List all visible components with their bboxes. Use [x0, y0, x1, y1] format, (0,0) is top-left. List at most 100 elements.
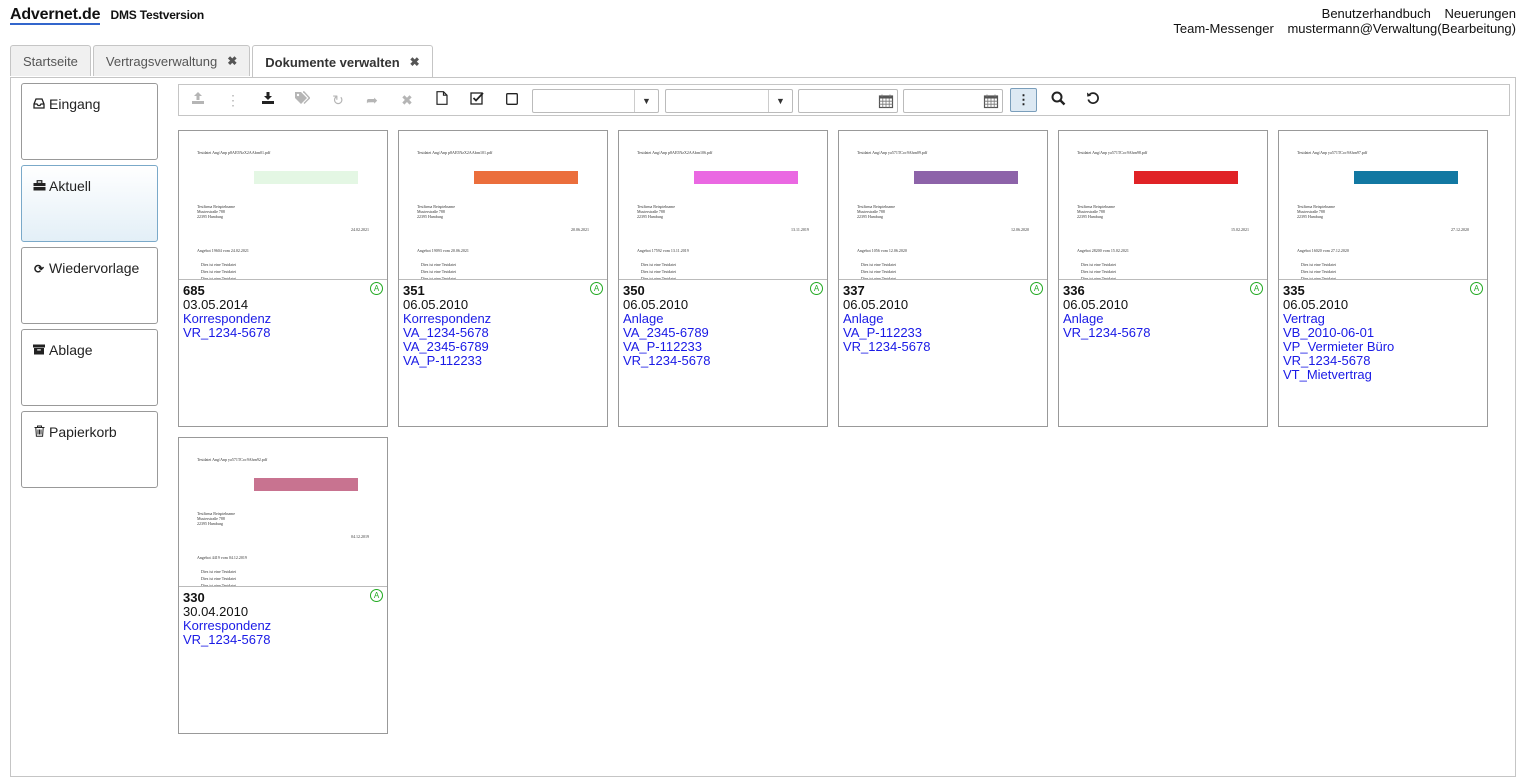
top-links: Benutzerhandbuch Neuerungen Team-Messeng…: [1163, 6, 1516, 36]
document-thumbnail[interactable]: Testdatei Ang/Anp p8AE5NzX2AAbrn01.pdf Te…: [179, 131, 387, 280]
document-tag-link[interactable]: VR_1234-5678: [1063, 326, 1263, 340]
sidebar-item-wiedervorlage[interactable]: ⟳ Wiedervorlage: [21, 247, 158, 324]
reset-icon[interactable]: [1084, 91, 1102, 109]
document-tag-link[interactable]: VT_Mietvertrag: [1283, 368, 1483, 382]
user-link[interactable]: mustermann@Verwaltung(Bearbeitung): [1287, 21, 1516, 36]
document-thumbnail[interactable]: Testdatei Ang/Anp ya571TCoc9Ahrn97.pdf Te…: [1279, 131, 1487, 280]
thumb-address-3: 22395 Hamburg: [197, 521, 224, 526]
document-tag-link[interactable]: VA_P-112233: [623, 340, 823, 354]
chevron-down-icon[interactable]: ▼: [768, 90, 792, 112]
document-card[interactable]: Testdatei Ang/Anp ya571TCoc9Ahrn92.pdf Te…: [178, 437, 388, 734]
document-tag-link[interactable]: VA_P-112233: [843, 326, 1043, 340]
messenger-link[interactable]: Team-Messenger: [1173, 21, 1273, 36]
document-tag-link[interactable]: Korrespondenz: [403, 312, 603, 326]
upload-icon[interactable]: [189, 91, 207, 109]
share-icon[interactable]: ➦: [363, 91, 381, 109]
more-options-button[interactable]: ⋮: [1010, 88, 1037, 112]
document-tag-link[interactable]: VR_1234-5678: [183, 326, 383, 340]
document-tag-link[interactable]: VR_1234-5678: [1283, 354, 1483, 368]
handbook-link[interactable]: Benutzerhandbuch: [1322, 6, 1431, 21]
document-tag-link[interactable]: VA_2345-6789: [623, 326, 823, 340]
document-thumbnail[interactable]: Testdatei Ang/Anp ya571TCoc9Ahrn92.pdf Te…: [179, 438, 387, 587]
document-card[interactable]: Testdatei Ang/Anp ya571TCoc9Ahrn97.pdf Te…: [1278, 130, 1488, 427]
thumb-angebot: Angebot 19604 vom 24.02.2021: [197, 248, 249, 253]
more-vertical-icon[interactable]: ⋮: [224, 91, 242, 109]
thumb-filename: Testdatei Ang/Anp p8AE5NzX2AAbrn01.pdf: [197, 150, 271, 155]
thumb-body-line: Dies ist eine Testdatei: [861, 262, 897, 267]
document-tag-link[interactable]: Anlage: [623, 312, 823, 326]
tab-label: Dokumente verwalten: [265, 54, 400, 70]
date-from-input[interactable]: [798, 89, 898, 113]
date-to-input[interactable]: [903, 89, 1003, 113]
document-tag-link[interactable]: VR_1234-5678: [623, 354, 823, 368]
document-tag-link[interactable]: Korrespondenz: [183, 312, 383, 326]
search-icon[interactable]: [1049, 91, 1067, 109]
document-thumbnail[interactable]: Testdatei Ang/Anp p8AE5NzX2AAbrn106.pdf T…: [619, 131, 827, 280]
sidebar-item-papierkorb[interactable]: Papierkorb: [21, 411, 158, 488]
thumb-body-line: Dies ist eine Testdatei: [201, 276, 237, 280]
redo-icon[interactable]: ↻: [329, 91, 347, 109]
document-card[interactable]: Testdatei Ang/Anp p8AE5NzX2AAbrn106.pdf T…: [618, 130, 828, 427]
sidebar-item-aktuell[interactable]: Aktuell: [21, 165, 158, 242]
document-tag-link[interactable]: VA_2345-6789: [403, 340, 603, 354]
thumb-address-3: 22395 Hamburg: [1297, 214, 1324, 219]
document-tag-link[interactable]: Anlage: [1063, 312, 1263, 326]
trash-icon: [32, 425, 46, 440]
thumb-color-bar: [254, 171, 358, 184]
tags-icon[interactable]: [293, 91, 311, 109]
document-tag-link[interactable]: VP_Vermieter Büro: [1283, 340, 1483, 354]
thumb-body-line: Dies ist eine Testdatei: [641, 262, 677, 267]
thumb-angebot: Angebot 16020 vom 27.12.2020: [1297, 248, 1349, 253]
new-document-icon[interactable]: [433, 91, 451, 109]
document-tag-link[interactable]: VR_1234-5678: [183, 633, 383, 647]
document-thumbnail[interactable]: Testdatei Ang/Anp p8AE5NzX2AAbrn101.pdf T…: [399, 131, 607, 280]
document-number: 336: [1063, 283, 1085, 298]
document-tag-link[interactable]: Vertrag: [1283, 312, 1483, 326]
document-number: 351: [403, 283, 425, 298]
calendar-icon[interactable]: [983, 93, 999, 109]
document-card[interactable]: Testdatei Ang/Anp ya571TCoc9Ahrn09.pdf Te…: [838, 130, 1048, 427]
app-logo[interactable]: Advernet.de DMS Testversion: [10, 6, 204, 25]
close-icon[interactable]: ✖: [227, 46, 237, 77]
sidebar-item-label: Ablage: [49, 342, 93, 358]
document-thumbnail[interactable]: Testdatei Ang/Anp ya571TCoc9Ahrn98.pdf Te…: [1059, 131, 1267, 280]
sidebar-item-ablage[interactable]: Ablage: [21, 329, 158, 406]
filter-select-1[interactable]: ▼: [532, 89, 659, 113]
document-card[interactable]: Testdatei Ang/Anp p8AE5NzX2AAbrn01.pdf Te…: [178, 130, 388, 427]
document-date: 03.05.2014: [183, 297, 249, 312]
close-icon[interactable]: ✖: [410, 47, 420, 78]
thumb-body-line: Dies ist eine Testdatei: [861, 276, 897, 280]
document-tag-link[interactable]: Anlage: [843, 312, 1043, 326]
calendar-icon[interactable]: [878, 93, 894, 109]
select-none-icon[interactable]: [503, 91, 521, 109]
thumb-body-line: Dies ist eine Testdatei: [421, 276, 457, 280]
toolbar: ⋮ ↻ ➦ ✖ ▼ ▼ ⋮: [178, 84, 1510, 116]
document-tag-link[interactable]: VA_P-112233: [403, 354, 603, 368]
thumb-address-3: 22395 Hamburg: [857, 214, 884, 219]
filter-select-2[interactable]: ▼: [665, 89, 793, 113]
document-meta: 351 06.05.2010 Korrespondenz VA_1234-5678 VA…: [403, 284, 603, 368]
thumb-filename: Testdatei Ang/Anp ya571TCoc9Ahrn92.pdf: [197, 457, 268, 462]
document-tag-link[interactable]: VA_1234-5678: [403, 326, 603, 340]
sidebar-item-eingang[interactable]: Eingang: [21, 83, 158, 160]
document-date: 06.05.2010: [1283, 297, 1349, 312]
delete-icon[interactable]: ✖: [398, 91, 416, 109]
document-tag-link[interactable]: VB_2010-06-01: [1283, 326, 1483, 340]
tab-vertragsverwaltung[interactable]: Vertragsverwaltung ✖: [92, 45, 251, 77]
document-tag-link[interactable]: VR_1234-5678: [843, 340, 1043, 354]
tab-startseite[interactable]: Startseite: [10, 45, 91, 76]
news-link[interactable]: Neuerungen: [1444, 6, 1516, 21]
document-card[interactable]: Testdatei Ang/Anp p8AE5NzX2AAbrn101.pdf T…: [398, 130, 608, 427]
thumb-date: 20.06.2021: [571, 227, 589, 232]
document-tag-link[interactable]: Korrespondenz: [183, 619, 383, 633]
download-icon[interactable]: [259, 91, 277, 109]
tab-dokumente-verwalten[interactable]: Dokumente verwalten ✖: [252, 45, 433, 78]
thumb-angebot: Angebot 1056 vom 12.06.2020: [857, 248, 907, 253]
thumb-filename: Testdatei Ang/Anp p8AE5NzX2AAbrn101.pdf: [417, 150, 493, 155]
document-card[interactable]: Testdatei Ang/Anp ya571TCoc9Ahrn98.pdf Te…: [1058, 130, 1268, 427]
briefcase-icon: [32, 180, 46, 194]
select-all-icon[interactable]: [468, 91, 486, 109]
document-number: 330: [183, 590, 205, 605]
chevron-down-icon[interactable]: ▼: [634, 90, 658, 112]
document-thumbnail[interactable]: Testdatei Ang/Anp ya571TCoc9Ahrn09.pdf Te…: [839, 131, 1047, 280]
